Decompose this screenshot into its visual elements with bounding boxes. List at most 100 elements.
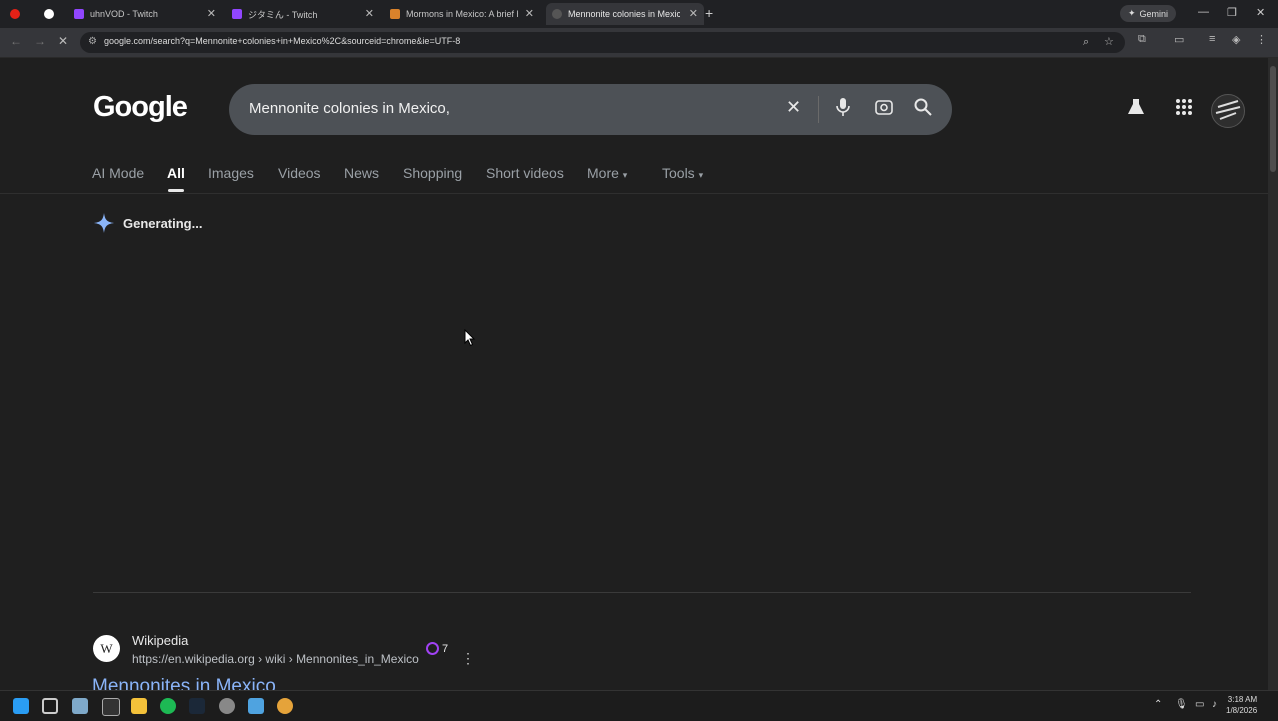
tab-tools[interactable]: Tools ▾: [662, 165, 703, 181]
minimize-icon[interactable]: —: [1198, 6, 1209, 18]
close-tab-icon[interactable]: ✕: [689, 7, 698, 20]
gemini-sparkle-icon: [94, 213, 114, 233]
address-bar[interactable]: ⚙ google.com/search?q=Mennonite+colonies…: [80, 32, 1125, 53]
volume-tray-icon[interactable]: ♪: [1212, 699, 1217, 710]
obs-taskbar-icon[interactable]: [219, 698, 235, 714]
ai-overview-status: Generating...: [93, 212, 202, 234]
microphone-icon[interactable]: [835, 97, 851, 122]
tab-news[interactable]: News: [344, 165, 379, 181]
tray-chevron-icon[interactable]: ⌃: [1154, 699, 1162, 710]
tab-short-videos[interactable]: Short videos: [486, 165, 564, 181]
result-more-options-icon[interactable]: ⋮: [461, 650, 475, 667]
restore-icon[interactable]: ❐: [1227, 6, 1237, 19]
gemini-label: Gemini: [1139, 8, 1169, 19]
extensions-icon[interactable]: ⧉: [1138, 33, 1146, 46]
tab-mormons[interactable]: Mormons in Mexico: A brief hi... ✕: [390, 3, 540, 25]
photos-icon[interactable]: [248, 698, 264, 714]
more-label: More: [587, 165, 619, 181]
menu-icon[interactable]: ⋮: [1256, 33, 1267, 46]
tab-strip: uhnVOD - Twitch ✕ ジタミん - Twitch ✕ Mormon…: [0, 0, 1278, 28]
close-tab-icon[interactable]: ✕: [525, 7, 534, 20]
tab-twitch-2[interactable]: ジタミん - Twitch ✕: [232, 3, 380, 25]
search-divider: [818, 96, 819, 123]
gemini-button[interactable]: ✦ Gemini: [1120, 5, 1177, 22]
task-view-icon[interactable]: [72, 698, 88, 714]
labs-flask-icon[interactable]: [1126, 97, 1146, 123]
result-site-name[interactable]: Wikipedia: [132, 633, 188, 648]
close-window-icon[interactable]: ✕: [1256, 6, 1265, 19]
app-g-icon[interactable]: [102, 698, 120, 716]
spotify-icon[interactable]: [160, 698, 176, 714]
site-favicon-icon: [390, 9, 400, 19]
tab-videos[interactable]: Videos: [278, 165, 321, 181]
camera-lens-icon[interactable]: [874, 97, 894, 122]
forward-icon[interactable]: →: [34, 34, 46, 48]
close-tab-icon[interactable]: ✕: [207, 7, 216, 20]
tab-title: Mennonite colonies in Mexico: [568, 9, 680, 19]
sidepanel-icon[interactable]: ▭: [1174, 33, 1184, 46]
media-icon[interactable]: ≡: [1209, 33, 1215, 45]
taskbar-clock[interactable]: 3:18 AM 1/8/2026: [1226, 694, 1257, 716]
tab-mennonite-active[interactable]: Mennonite colonies in Mexico ✕: [546, 3, 704, 25]
new-tab-button[interactable]: +: [705, 5, 713, 21]
mic-tray-icon[interactable]: 🎙: [1175, 699, 1188, 710]
scrollbar-thumb[interactable]: [1270, 66, 1276, 172]
search-taskbar-icon[interactable]: [42, 698, 58, 714]
close-tab-icon[interactable]: ✕: [365, 7, 374, 20]
obs-favicon-icon: [44, 9, 54, 19]
windows-taskbar: ⌃ 🎙 ▭ ♪ 3:18 AM 1/8/2026: [0, 690, 1278, 721]
tab-ai-mode[interactable]: AI Mode: [92, 165, 144, 181]
tab-shopping[interactable]: Shopping: [403, 165, 462, 181]
loading-favicon-icon: [552, 9, 562, 19]
dropdown-caret-icon: ▾: [698, 170, 704, 180]
tab-more[interactable]: More ▾: [587, 165, 627, 181]
active-tab-indicator: [168, 189, 184, 192]
bookmark-star-icon[interactable]: ☆: [1104, 35, 1114, 48]
result-url[interactable]: https://en.wikipedia.org › wiki › Mennon…: [132, 652, 419, 666]
twitch-favicon-icon: [74, 9, 84, 19]
tab-images[interactable]: Images: [208, 165, 254, 181]
clear-icon[interactable]: ✕: [786, 97, 801, 118]
url-text[interactable]: google.com/search?q=Mennonite+colonies+i…: [104, 36, 460, 46]
google-results-page: [0, 58, 1268, 690]
profile-icon[interactable]: ◈: [1232, 33, 1240, 46]
tab-all[interactable]: All: [167, 165, 185, 181]
search-input[interactable]: Mennonite colonies in Mexico,: [249, 100, 450, 117]
dropdown-caret-icon: ▾: [622, 170, 628, 180]
tab-obs[interactable]: [44, 3, 64, 25]
tools-label: Tools: [662, 165, 695, 181]
file-explorer-icon[interactable]: [131, 698, 147, 714]
tab-title: Mormons in Mexico: A brief hi...: [406, 9, 518, 19]
mouse-cursor-icon: [464, 329, 476, 347]
browser-toolbar: ← → ✕ ⚙ google.com/search?q=Mennonite+co…: [0, 28, 1278, 58]
clock-date: 1/8/2026: [1226, 706, 1258, 715]
stop-loading-icon[interactable]: ✕: [58, 34, 68, 48]
network-tray-icon[interactable]: ▭: [1195, 699, 1204, 710]
steam-icon[interactable]: [189, 698, 205, 714]
clock-time: 3:18 AM: [1227, 695, 1258, 704]
generating-text: Generating...: [123, 215, 203, 231]
tab-twitch-1[interactable]: uhnVOD - Twitch ✕: [74, 3, 222, 25]
tab-title: uhnVOD - Twitch: [90, 9, 158, 19]
ring-icon: [426, 642, 439, 655]
zoom-icon[interactable]: ⌕: [1083, 36, 1089, 49]
sparkle-icon: ✦: [1128, 8, 1136, 18]
back-icon[interactable]: ←: [10, 34, 22, 48]
site-info-icon[interactable]: ⚙: [88, 36, 97, 47]
tab-youtube[interactable]: [10, 3, 30, 25]
page-scrollbar[interactable]: [1268, 58, 1278, 690]
start-windows-icon[interactable]: [13, 698, 29, 714]
tab-title: ジタミん - Twitch: [248, 9, 318, 20]
chrome-icon[interactable]: [277, 698, 293, 714]
search-box[interactable]: Mennonite colonies in Mexico, ✕: [229, 84, 952, 135]
result-badge[interactable]: 7: [426, 642, 448, 655]
results-divider: [93, 592, 1191, 593]
google-logo[interactable]: Google: [93, 91, 188, 124]
badge-count: 7: [442, 642, 449, 655]
apps-grid-icon[interactable]: [1174, 97, 1194, 123]
account-avatar[interactable]: [1211, 94, 1245, 128]
search-icon[interactable]: [913, 97, 933, 122]
wikipedia-logo: W: [93, 635, 120, 662]
youtube-favicon-icon: [10, 9, 20, 19]
twitch-favicon-icon: [232, 9, 242, 19]
